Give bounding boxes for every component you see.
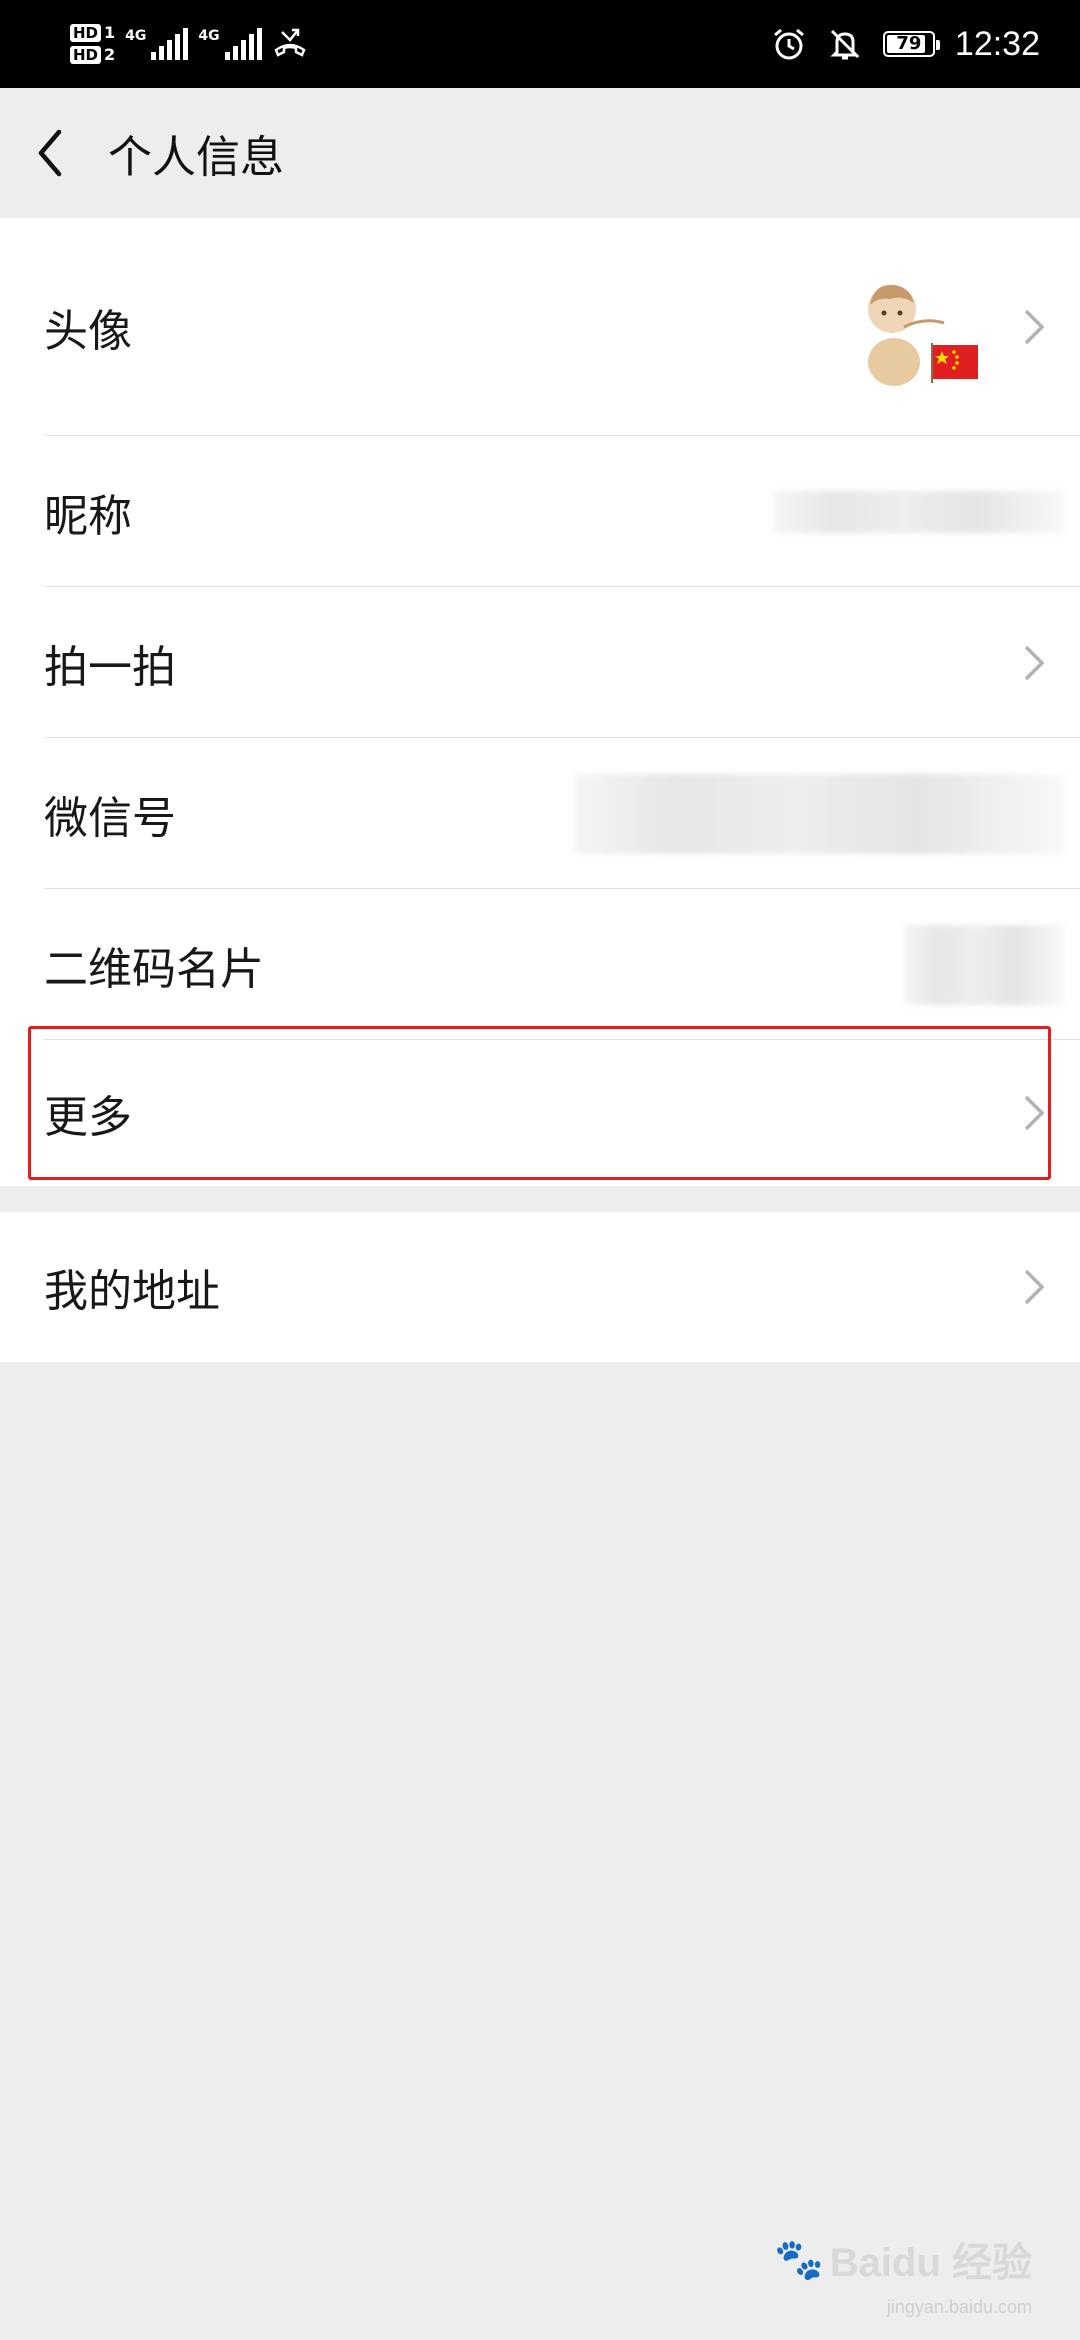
row-label-avatar: 头像 — [44, 306, 132, 357]
page-header: 个人信息 — [0, 88, 1080, 218]
watermark-url: jingyan.baidu.com — [886, 2297, 1032, 2317]
address-group: 我的地址 — [0, 1212, 1080, 1362]
watermark-text: Baidu 经验 — [829, 2241, 1032, 2285]
row-label-nickname: 昵称 — [44, 490, 132, 542]
status-bar: HD 1 HD 2 4G 4G 79 12:32 — [0, 0, 1080, 88]
back-arrow-icon — [38, 129, 62, 177]
row-label-pat: 拍一拍 — [44, 641, 176, 693]
row-wechat-id[interactable]: 微信号 — [0, 738, 1080, 889]
clock: 12:32 — [954, 24, 1040, 63]
watermark: 🐾 Baidu 经验 jingyan.baidu.com — [773, 2230, 1032, 2318]
row-qr-code[interactable]: 二维码名片 — [0, 889, 1080, 1040]
hd1-indicator: HD 1 — [70, 24, 115, 42]
back-button[interactable] — [0, 88, 100, 218]
row-nickname[interactable]: 昵称 — [0, 436, 1080, 587]
row-avatar[interactable]: 头像 — [0, 218, 1080, 436]
row-pat[interactable]: 拍一拍 — [0, 587, 1080, 738]
profile-list: 头像 昵称 拍一拍 微信号 二维码名片 更多 — [0, 218, 1080, 1186]
row-my-address[interactable]: 我的地址 — [0, 1212, 1080, 1362]
battery-indicator: 79 — [882, 31, 940, 57]
status-right: 79 12:32 — [771, 18, 1040, 70]
row-more[interactable]: 更多 — [0, 1040, 1080, 1186]
status-left: HD 1 HD 2 4G 4G — [70, 14, 308, 74]
alarm-icon — [773, 28, 804, 60]
missed-call-icon — [274, 28, 306, 57]
chevron-right-icon — [1024, 309, 1045, 345]
hd2-indicator: HD 2 — [70, 46, 115, 64]
mute-icon — [830, 29, 860, 60]
chevron-right-icon — [1024, 1095, 1045, 1131]
row-label-qr-code: 二维码名片 — [44, 943, 264, 995]
row-label-more: 更多 — [44, 1092, 132, 1143]
hd-indicators: HD 1 HD 2 — [70, 24, 115, 64]
nickname-value-blurred — [774, 490, 1064, 533]
wechat-id-value-blurred — [574, 773, 1064, 854]
page-title: 个人信息 — [108, 132, 284, 183]
chevron-right-icon — [1024, 645, 1045, 680]
avatar — [844, 257, 984, 397]
row-label-my-address: 我的地址 — [44, 1266, 220, 1317]
paw-icon: 🐾 — [773, 2237, 824, 2282]
chevron-right-icon — [1024, 1269, 1045, 1305]
signal-icon-2: 4G — [198, 28, 262, 60]
qr-code-thumbnail-blurred — [904, 924, 1064, 1005]
row-label-wechat-id: 微信号 — [44, 792, 176, 844]
signal-icon: 4G — [125, 28, 189, 60]
